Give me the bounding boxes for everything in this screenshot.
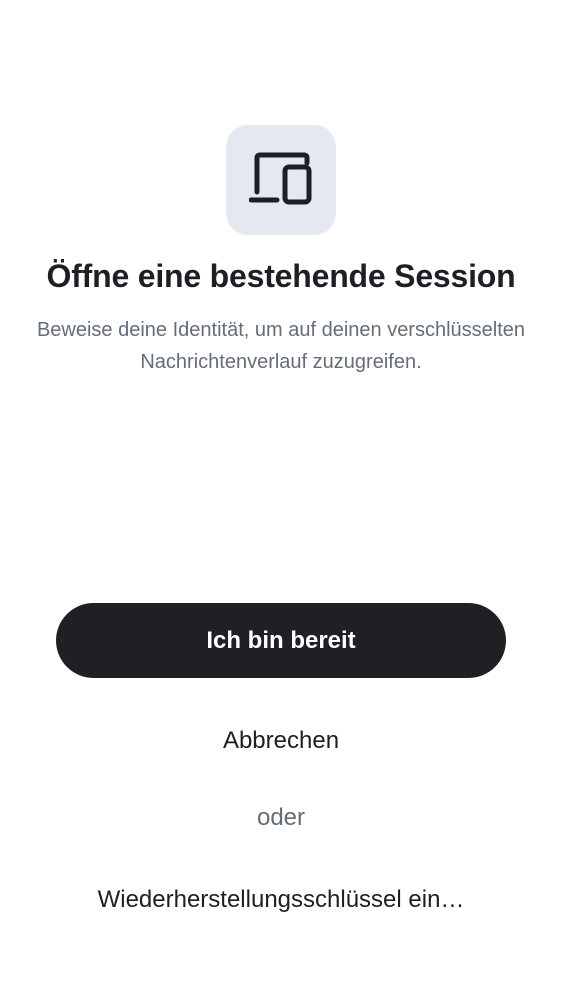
enter-recovery-key-button[interactable]: Wiederherstellungsschlüssel ein… (0, 883, 562, 917)
ready-button[interactable]: Ich bin bereit (56, 603, 506, 678)
devices-icon (249, 152, 313, 208)
or-separator: oder (256, 804, 306, 831)
icon-tile (226, 125, 336, 235)
page-subtitle: Beweise deine Identität, um auf deinen v… (36, 319, 526, 373)
cancel-button[interactable]: Abbrechen (0, 724, 562, 758)
page-title: Öffne eine bestehende Session (46, 258, 516, 294)
verify-session-screen: Öffne eine bestehende Session Beweise de… (0, 0, 562, 1000)
